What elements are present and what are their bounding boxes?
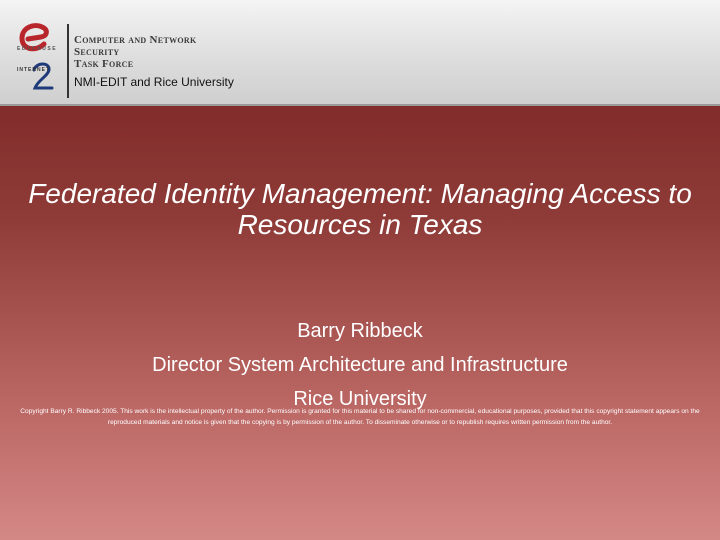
slide-title: Federated Identity Management: Managing …: [28, 178, 692, 240]
org-name-line: Task Force: [74, 58, 134, 70]
author-block: Barry Ribbeck Director System Architectu…: [10, 314, 710, 416]
author-role: Director System Architecture and Infrast…: [152, 354, 568, 376]
slide-background: EDUCAUSE INTERNET Computer and Network S…: [0, 0, 720, 540]
organization-name: Computer and Network Security Task Force: [74, 34, 197, 70]
internet2-logo-icon: [32, 62, 54, 90]
internet2-logo-text: INTERNET: [17, 67, 50, 73]
header-divider: [67, 24, 69, 98]
org-name-line: Security: [74, 46, 120, 58]
educause-logo-text: EDUCAUSE: [17, 46, 58, 52]
educause-e-logo-icon: [19, 23, 49, 52]
header-subtitle: NMI-EDIT and Rice University: [74, 75, 234, 89]
copyright-notice: Copyright Barry R. Ribbeck 2005. This wo…: [20, 408, 700, 426]
header-banner: EDUCAUSE INTERNET Computer and Network S…: [0, 0, 720, 106]
org-name-line: Computer and Network: [74, 34, 197, 46]
author-name: Barry Ribbeck: [297, 320, 423, 342]
